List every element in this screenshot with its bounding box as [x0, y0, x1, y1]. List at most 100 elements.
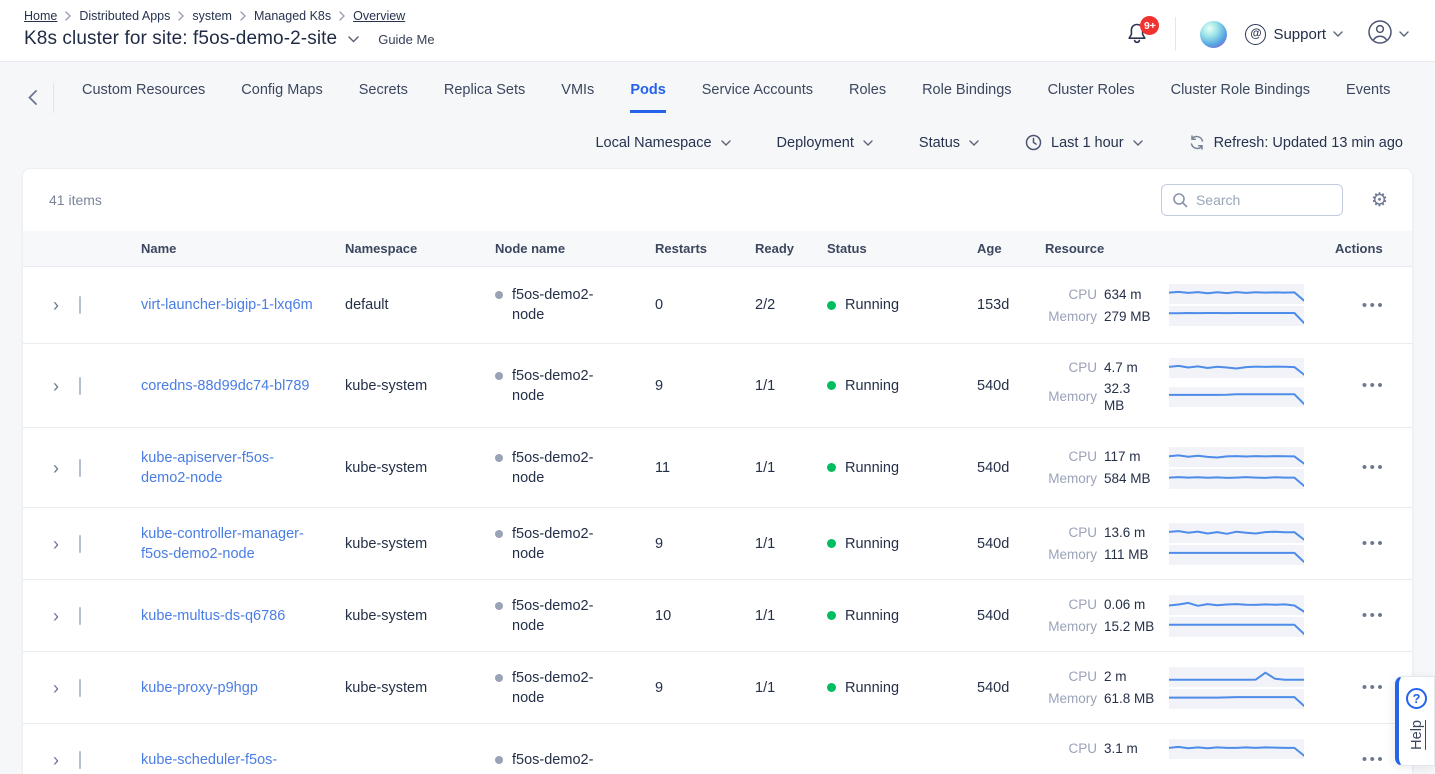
search-input[interactable]	[1196, 192, 1332, 208]
expand-chevron-icon[interactable]: ›	[41, 751, 79, 769]
cpu-value: 634 m	[1104, 286, 1162, 303]
row-actions-button[interactable]: •••	[1362, 751, 1385, 768]
column-header-status[interactable]: Status	[809, 241, 959, 256]
tab-events[interactable]: Events	[1346, 82, 1390, 113]
row-actions-button[interactable]: •••	[1362, 297, 1385, 314]
cpu-label: CPU	[1045, 741, 1097, 756]
row-actions-button[interactable]: •••	[1362, 535, 1385, 552]
expand-chevron-icon[interactable]: ›	[41, 679, 79, 697]
expand-chevron-icon[interactable]: ›	[41, 296, 79, 314]
row-checkbox[interactable]	[79, 679, 81, 697]
expand-chevron-icon[interactable]: ›	[41, 607, 79, 625]
row-actions-button[interactable]: •••	[1362, 607, 1385, 624]
ready-value: 2/2	[737, 297, 809, 313]
guide-me-link[interactable]: Guide Me	[378, 32, 434, 47]
column-header-age[interactable]: Age	[959, 241, 1027, 256]
notifications-button[interactable]: 9+	[1125, 20, 1151, 48]
expand-chevron-icon[interactable]: ›	[41, 377, 79, 395]
expand-chevron-icon[interactable]: ›	[41, 459, 79, 477]
row-actions-button[interactable]: •••	[1362, 679, 1385, 696]
column-header-node-name[interactable]: Node name	[477, 241, 637, 256]
breadcrumb-item[interactable]: Overview	[353, 9, 405, 23]
row-checkbox[interactable]	[79, 607, 81, 625]
tab-config-maps[interactable]: Config Maps	[241, 82, 322, 113]
tab-cluster-role-bindings[interactable]: Cluster Role Bindings	[1171, 82, 1310, 113]
expand-chevron-icon[interactable]: ›	[41, 535, 79, 553]
search-box	[1161, 184, 1343, 216]
pod-name-link[interactable]: kube-controller-manager-f5os-demo2-node	[141, 524, 321, 564]
row-checkbox[interactable]	[79, 296, 81, 314]
ready-value: 1/1	[737, 378, 809, 394]
tab-replica-sets[interactable]: Replica Sets	[444, 82, 525, 113]
tab-secrets[interactable]: Secrets	[359, 82, 408, 113]
status-dot-icon	[827, 683, 836, 692]
chevron-down-icon	[863, 140, 873, 146]
chevron-right-icon	[240, 11, 246, 21]
help-button[interactable]: ? Help	[1395, 676, 1435, 766]
refresh-button[interactable]: Refresh: Updated 13 min ago	[1189, 134, 1403, 151]
memory-value: 111 MB	[1104, 546, 1162, 563]
column-header-ready[interactable]: Ready	[737, 241, 809, 256]
question-mark-icon: ?	[1406, 688, 1427, 709]
cpu-sparkline	[1169, 523, 1304, 543]
table-row: › coredns-88d99dc74-bl789 kube-system f5…	[23, 344, 1412, 428]
pod-name-link[interactable]: kube-multus-ds-q6786	[141, 606, 285, 626]
tab-roles[interactable]: Roles	[849, 82, 886, 113]
memory-sparkline	[1169, 387, 1304, 407]
table-header-row: Name Namespace Node name Restarts Ready …	[23, 231, 1412, 267]
namespace-value: kube-system	[327, 536, 477, 552]
namespace-value: kube-system	[327, 608, 477, 624]
row-checkbox[interactable]	[79, 459, 81, 477]
account-menu[interactable]	[1367, 19, 1409, 50]
deployment-filter[interactable]: Deployment	[777, 135, 873, 151]
row-checkbox[interactable]	[79, 751, 81, 769]
table-row: › kube-proxy-p9hgp kube-system f5os-demo…	[23, 652, 1412, 724]
time-range-filter[interactable]: Last 1 hour	[1025, 134, 1143, 151]
tab-custom-resources[interactable]: Custom Resources	[82, 82, 205, 113]
breadcrumb-item[interactable]: Home	[24, 9, 57, 23]
row-actions-button[interactable]: •••	[1362, 377, 1385, 394]
memory-sparkline	[1169, 617, 1304, 637]
table-body: › virt-launcher-bigip-1-lxq6m default f5…	[23, 267, 1412, 774]
namespace-filter-label: Local Namespace	[595, 135, 711, 151]
column-header-actions: Actions	[1335, 241, 1412, 256]
top-header: HomeDistributed AppssystemManaged K8sOve…	[0, 0, 1435, 62]
back-chevron-button[interactable]	[26, 90, 39, 105]
age-value: 540d	[959, 608, 1027, 624]
cpu-sparkline	[1169, 284, 1304, 304]
pod-name-link[interactable]: kube-proxy-p9hgp	[141, 678, 258, 698]
chevron-down-icon	[721, 140, 731, 146]
namespace-value: default	[327, 297, 477, 313]
assistant-sphere-icon[interactable]	[1200, 21, 1227, 48]
pod-name-link[interactable]: coredns-88d99dc74-bl789	[141, 376, 310, 396]
tab-service-accounts[interactable]: Service Accounts	[702, 82, 813, 113]
memory-label: Memory	[1045, 309, 1097, 324]
status-filter[interactable]: Status	[919, 135, 979, 151]
pod-name-link[interactable]: kube-scheduler-f5os-	[141, 750, 277, 770]
status-dot-icon	[827, 381, 836, 390]
chevron-down-icon	[1399, 31, 1409, 37]
column-header-name[interactable]: Name	[123, 241, 327, 256]
row-checkbox[interactable]	[79, 377, 81, 395]
cpu-value: 13.6 m	[1104, 524, 1162, 541]
gear-icon[interactable]: ⚙	[1371, 191, 1388, 210]
row-actions-button[interactable]: •••	[1362, 459, 1385, 476]
cpu-value: 4.7 m	[1104, 359, 1162, 376]
support-menu[interactable]: @ Support	[1245, 24, 1343, 45]
pod-name-link[interactable]: virt-launcher-bigip-1-lxq6m	[141, 295, 313, 315]
age-value: 540d	[959, 680, 1027, 696]
breadcrumb: HomeDistributed AppssystemManaged K8sOve…	[24, 9, 435, 23]
status-value: Running	[845, 378, 899, 394]
tab-pods[interactable]: Pods	[630, 82, 665, 113]
column-header-namespace[interactable]: Namespace	[327, 241, 477, 256]
pod-name-link[interactable]: kube-apiserver-f5os-demo2-node	[141, 448, 321, 488]
tab-vmis[interactable]: VMIs	[561, 82, 594, 113]
chevron-right-icon	[339, 11, 345, 21]
namespace-filter[interactable]: Local Namespace	[595, 135, 730, 151]
title-chevron-down-icon[interactable]	[348, 36, 359, 43]
tab-cluster-roles[interactable]: Cluster Roles	[1048, 82, 1135, 113]
row-checkbox[interactable]	[79, 535, 81, 553]
column-header-restarts[interactable]: Restarts	[637, 241, 737, 256]
tab-role-bindings[interactable]: Role Bindings	[922, 82, 1011, 113]
column-header-resource[interactable]: Resource	[1027, 241, 1335, 256]
